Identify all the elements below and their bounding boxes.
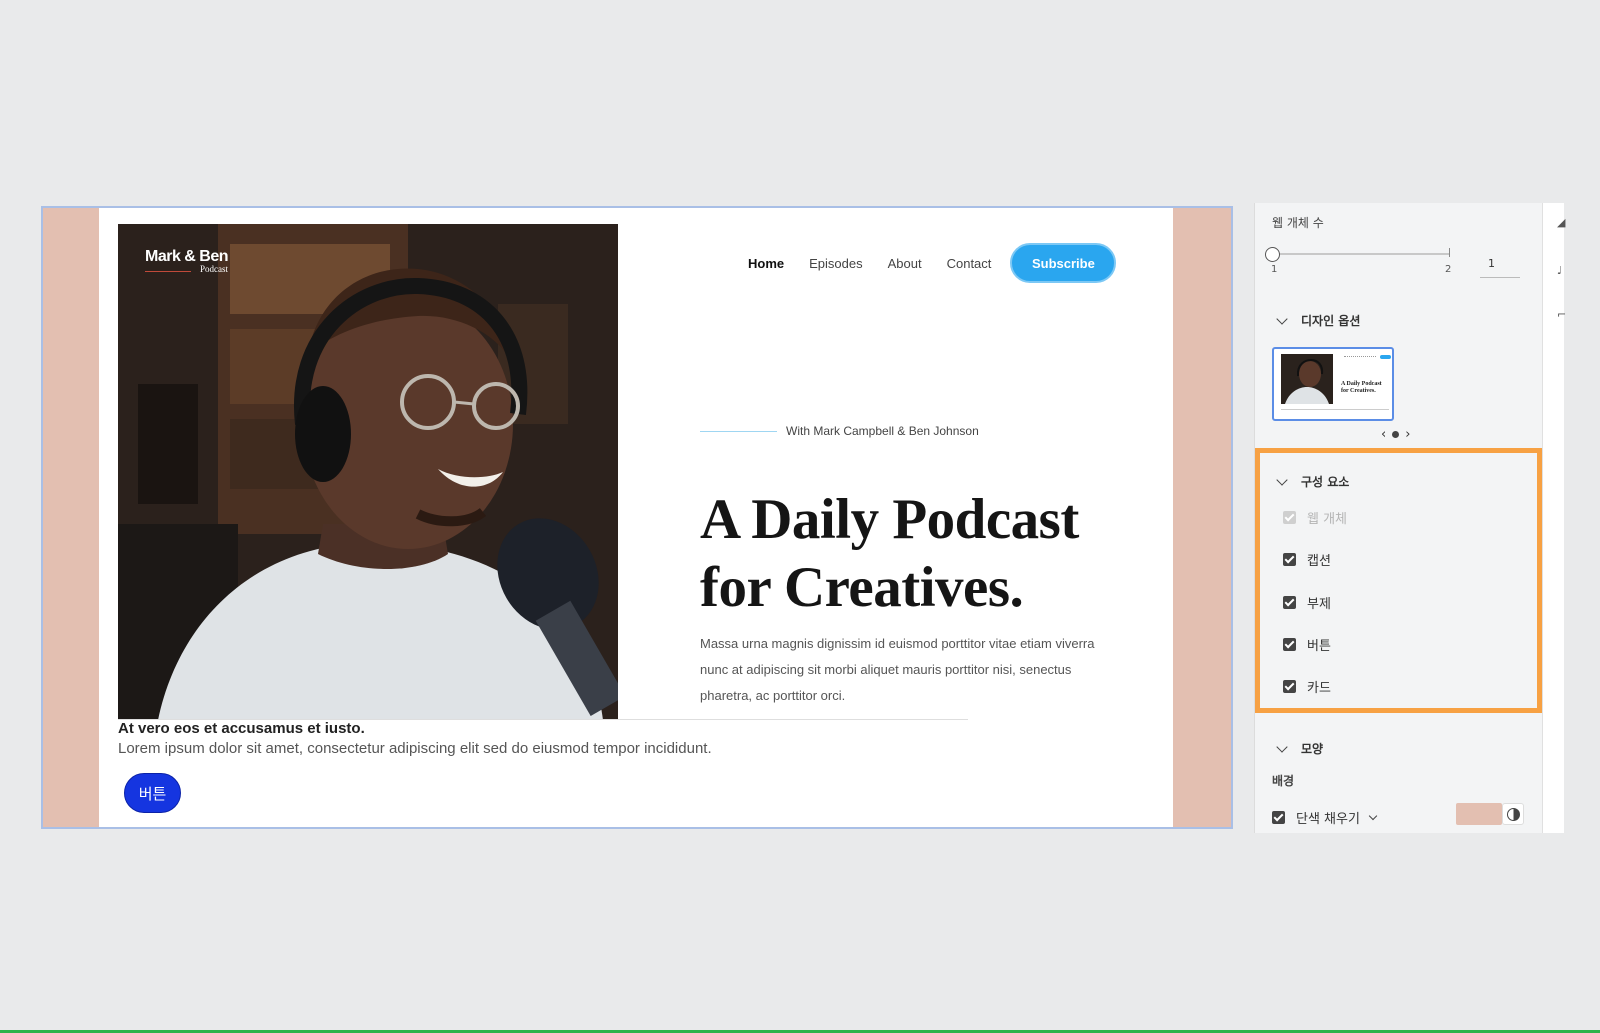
headline-line-1: A Daily Podcast [700,488,1079,551]
site-nav: Home Episodes About Contact Subscribe [748,243,1117,283]
edge-tool-icon-2[interactable]: ♩ [1557,264,1562,277]
background-label: 배경 [1272,774,1295,788]
slider-max-tick [1449,248,1450,257]
checkbox-icon[interactable] [1283,680,1296,693]
checkbox-icon[interactable] [1283,596,1296,609]
edge-tool-icon-1[interactable]: ◢ [1557,216,1565,229]
chevron-down-icon [1276,312,1288,325]
caption-title: At vero eos et accusamus et iusto. [118,720,365,737]
design-options-header[interactable]: 디자인 옵션 [1276,312,1361,329]
caption-subtitle: Lorem ipsum dolor sit amet, consectetur … [118,740,712,757]
component-button[interactable]: 버튼 [1283,635,1331,654]
opacity-icon[interactable] [1502,803,1524,825]
shape-label: 모양 [1301,742,1324,756]
hosts-text: With Mark Campbell & Ben Johnson [786,424,979,438]
chevron-down-icon [1276,473,1288,486]
checkbox-icon [1283,511,1296,524]
thumbnail-photo [1281,354,1333,404]
components-header[interactable]: 구성 요소 [1276,473,1350,490]
slider-max-label: 2 [1445,264,1452,275]
nav-about[interactable]: About [888,256,922,271]
solid-fill-row[interactable]: 단색 채우기 [1272,808,1378,827]
design-pager: ‹ › [1381,427,1410,442]
chevron-right-icon[interactable]: › [1405,427,1410,442]
count-slider-thumb[interactable] [1265,247,1280,262]
tagline-rule [700,430,777,432]
thumbnail-divider [1281,409,1389,410]
count-slider-track[interactable] [1278,253,1450,255]
fill-color-swatch[interactable] [1456,803,1502,825]
chevron-down-icon[interactable] [1368,811,1378,821]
hosts-tagline: With Mark Campbell & Ben Johnson [700,424,979,438]
design-options-label: 디자인 옵션 [1301,314,1361,328]
component-caption[interactable]: 캡션 [1283,550,1331,569]
component-label: 캡션 [1307,554,1331,569]
component-web-object: 웹 개체 [1283,508,1347,527]
host-portrait-image [118,224,618,720]
panel-edge-toolbar [1542,203,1564,833]
card-button[interactable]: 버튼 [124,773,181,813]
component-subtitle[interactable]: 부제 [1283,593,1331,612]
edge-tool-icon-3[interactable]: ⌐ [1557,308,1566,321]
checkbox-icon[interactable] [1283,553,1296,566]
component-label: 카드 [1307,681,1331,696]
chevron-down-icon [1276,740,1288,753]
hero-body-text: Massa urna magnis dignissim id euismod p… [700,636,1095,703]
checkbox-icon[interactable] [1272,811,1285,824]
hero-photo [118,224,618,720]
component-label: 버튼 [1307,639,1331,654]
nav-episodes[interactable]: Episodes [809,256,862,271]
component-card[interactable]: 카드 [1283,677,1331,696]
headline-line-2: for Creatives. [700,556,1024,619]
brand-underline [145,271,191,272]
solid-fill-label: 단색 채우기 [1296,812,1360,827]
nav-home[interactable]: Home [748,256,784,271]
nav-contact[interactable]: Contact [947,256,992,271]
thumbnail-nav [1344,356,1376,358]
component-label: 웹 개체 [1307,512,1348,527]
count-value-field[interactable]: 1 [1480,254,1520,278]
chevron-left-icon[interactable]: ‹ [1381,427,1386,442]
thumbnail-headline: A Daily Podcast for Creatives. [1341,381,1382,394]
thumbnail-subscribe [1380,355,1391,359]
checkbox-icon[interactable] [1283,638,1296,651]
pager-dot[interactable] [1392,431,1400,438]
component-label: 부제 [1307,597,1331,612]
design-option-thumbnail[interactable]: A Daily Podcast for Creatives. [1272,347,1394,421]
shape-header[interactable]: 모양 [1276,740,1324,757]
slider-min-label: 1 [1271,264,1278,275]
web-object-count-label: 웹 개체 수 [1272,216,1324,230]
hero-headline: A Daily Podcast for Creatives. [700,486,1160,622]
brand-logo[interactable]: Mark & Ben Podcast [145,248,229,274]
subscribe-button[interactable]: Subscribe [1010,243,1117,283]
components-label: 구성 요소 [1301,475,1350,489]
